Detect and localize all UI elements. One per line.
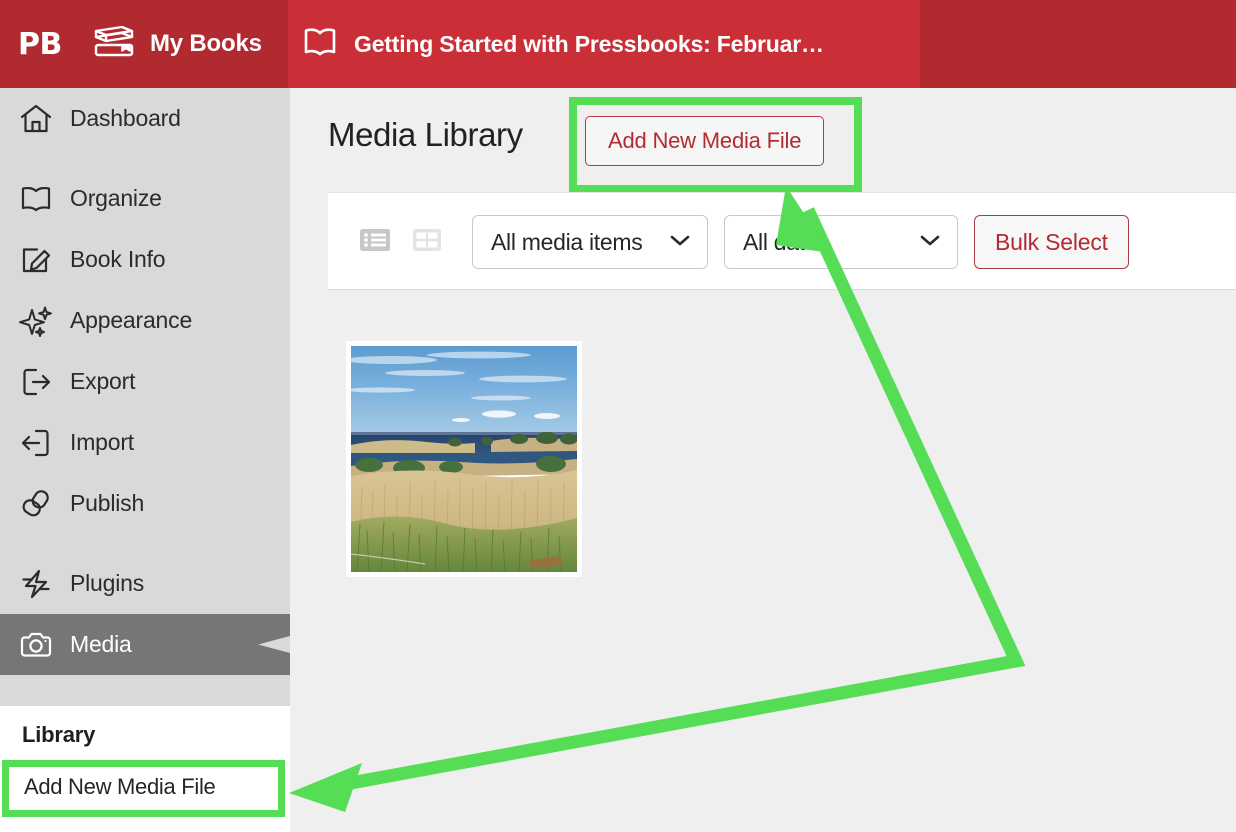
sidebar-item-label: Plugins	[70, 570, 145, 596]
import-icon	[18, 425, 54, 461]
sidebar-item-label: Import	[70, 429, 134, 455]
page-title: Media Library	[328, 116, 523, 153]
sidebar-item-book-info[interactable]: Book Info	[0, 229, 290, 290]
date-filter-value: All dates	[743, 228, 829, 255]
grid-view-icon[interactable]	[408, 221, 446, 259]
sidebar-item-appearance[interactable]: Appearance	[0, 290, 290, 351]
list-view-icon[interactable]	[356, 221, 394, 259]
sidebar-item-export[interactable]: Export	[0, 351, 290, 412]
sidebar-item-plugins[interactable]: Plugins	[0, 553, 290, 614]
sidebar-item-label: Dashboard	[70, 105, 181, 131]
marsh-landscape-photo	[351, 346, 577, 572]
camera-icon	[18, 627, 54, 663]
chevron-down-icon	[669, 233, 691, 252]
pressbooks-logo-icon: PB	[18, 26, 62, 62]
bulk-select-button[interactable]: Bulk Select	[974, 215, 1129, 269]
current-book-link[interactable]: Getting Started with Pressbooks: Februar…	[302, 0, 824, 88]
sidebar-item-import[interactable]: Import	[0, 412, 290, 473]
sidebar-item-dashboard[interactable]: Dashboard	[0, 88, 290, 149]
media-toolbar: All media items All dates Bulk Select	[328, 192, 1236, 290]
pressbooks-logo-link[interactable]: PB	[18, 0, 62, 88]
home-icon	[18, 101, 54, 137]
sidebar-item-media[interactable]: Media	[0, 614, 290, 675]
sidebar-item-publish[interactable]: Publish	[0, 473, 290, 534]
sidebar-item-label: Organize	[70, 185, 162, 211]
sidebar-item-label: Appearance	[70, 307, 193, 333]
add-new-highlight-box	[569, 97, 862, 193]
media-type-filter-dropdown[interactable]: All media items	[472, 215, 708, 269]
sidebar-item-organize[interactable]: Organize	[0, 168, 290, 229]
open-book-icon	[18, 181, 54, 217]
submenu-heading-library[interactable]: Library	[22, 722, 95, 748]
sparkles-icon	[18, 303, 54, 339]
app-root: PB My Books Getting Started with Pressbo…	[0, 0, 1236, 832]
my-books-link[interactable]: My Books	[92, 0, 262, 88]
date-filter-dropdown[interactable]: All dates	[724, 215, 958, 269]
my-books-label: My Books	[150, 30, 262, 57]
open-book-icon	[302, 26, 338, 63]
media-grid-item[interactable]	[346, 341, 582, 577]
current-book-title: Getting Started with Pressbooks: Februar…	[354, 30, 824, 57]
sidebar-nav: Dashboard Organize Book Info Appearance …	[0, 88, 290, 832]
books-stack-icon	[92, 25, 136, 64]
chevron-down-icon	[919, 233, 941, 252]
sidebar-submenu-media: Library Add New Media File	[0, 706, 290, 832]
sidebar-item-label: Media	[70, 631, 132, 657]
sidebar-item-label: Export	[70, 368, 136, 394]
pencil-edit-icon	[18, 242, 54, 278]
sidebar-item-label: Publish	[70, 490, 145, 516]
lightning-icon	[18, 566, 54, 602]
view-mode-switcher	[356, 221, 446, 259]
sidebar-item-label: Book Info	[70, 246, 166, 272]
sidebar-nav-list: Dashboard Organize Book Info Appearance …	[0, 88, 290, 675]
export-icon	[18, 364, 54, 400]
sidebar-add-new-media-file[interactable]: Add New Media File	[24, 774, 216, 800]
main-content: Media Library Add New Media File All med…	[290, 88, 1236, 832]
media-type-filter-value: All media items	[491, 228, 643, 255]
link-chain-icon	[18, 486, 54, 522]
top-admin-bar: PB My Books Getting Started with Pressbo…	[0, 0, 1236, 88]
